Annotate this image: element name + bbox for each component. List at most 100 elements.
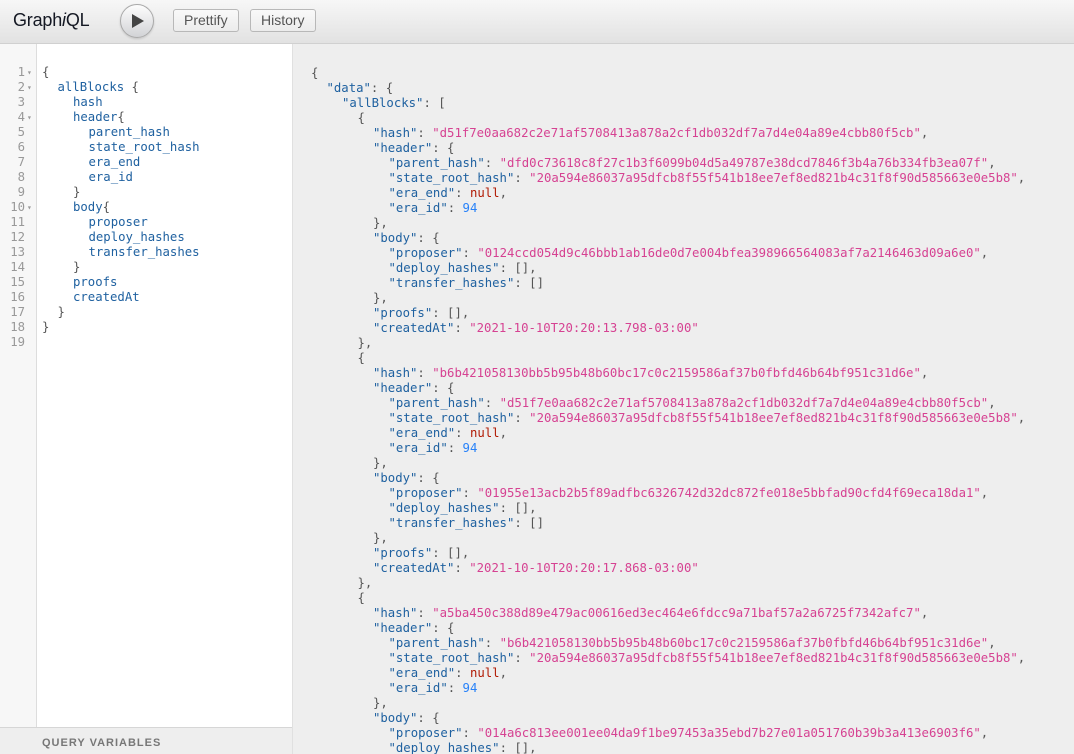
query-text: era_id (88, 170, 133, 184)
line-number: 6 (17, 140, 25, 154)
fold-arrow-icon[interactable]: ▾ (27, 80, 32, 95)
result-line: "deploy_hashes": [], (388, 741, 537, 754)
result-line: "body": { (373, 471, 440, 485)
query-text: } (57, 305, 65, 319)
query-line: 14} (0, 260, 292, 275)
result-line: "era_id": 94 (388, 201, 478, 215)
result-line: "deploy_hashes": [], (388, 501, 537, 515)
fold-arrow-icon[interactable]: ▾ (27, 110, 32, 125)
query-text: deploy_hashes (88, 230, 185, 244)
query-line: 7 era_end (0, 155, 292, 170)
result-line: "proposer": "0124ccd054d9c46bbb1ab16de0d… (388, 246, 989, 260)
query-line: 13 transfer_hashes (0, 245, 292, 260)
query-text: parent_hash (88, 125, 170, 139)
query-line: 10 ▾ body{ (0, 200, 292, 215)
line-number: 7 (17, 155, 25, 169)
query-text: header{ (73, 110, 125, 124)
result-line: }, (357, 336, 373, 350)
query-line: 6 state_root_hash (0, 140, 292, 155)
result-line: "hash": "a5ba450c388d89e479ac00616ed3ec4… (373, 606, 929, 620)
result-line: { (357, 351, 365, 365)
result-line: "header": { (373, 141, 455, 155)
line-number: 12 (10, 230, 25, 244)
query-line: 18} (0, 320, 292, 335)
line-number: 3 (17, 95, 25, 109)
line-number: 18 (10, 320, 25, 334)
query-editor[interactable]: 1 ▾{2 ▾ allBlocks {3 hash 4 ▾ header{5 parent_ha… (0, 44, 292, 754)
result-line: "era_end": null, (388, 666, 507, 680)
result-line: "proposer": "014a6c813ee001ee04da9f1be97… (388, 726, 989, 740)
query-text: proposer (88, 215, 148, 229)
result-line: "hash": "d51f7e0aa682c2e71af5708413a878a… (373, 126, 929, 140)
result-line: "deploy_hashes": [], (388, 261, 537, 275)
query-text: state_root_hash (88, 140, 200, 154)
query-line: 19 (0, 335, 292, 350)
result-line: "era_id": 94 (388, 441, 478, 455)
result-line: "state_root_hash": "20a594e86037a95dfcb8… (388, 651, 1026, 665)
line-number: 10 (10, 200, 25, 214)
query-line: 1 ▾ { (0, 65, 292, 80)
result-line: }, (357, 576, 373, 590)
query-variables-header[interactable]: QUERY VARIABLES (0, 727, 292, 754)
query-line: 11 proposer (0, 215, 292, 230)
line-number: 11 (10, 215, 25, 229)
history-button[interactable]: History (250, 9, 316, 32)
query-text: hash (73, 95, 103, 109)
query-text: } (73, 260, 81, 274)
result-line: "era_end": null, (388, 426, 507, 440)
query-line: 2 ▾ allBlocks { (0, 80, 292, 95)
result-line: "header": { (373, 621, 455, 635)
line-number: 4 (17, 110, 25, 124)
line-number: 2 (17, 80, 25, 94)
query-line: 12 deploy_hashes (0, 230, 292, 245)
query-text: allBlocks { (57, 80, 139, 94)
result-line: "proofs": [], (373, 546, 470, 560)
result-line: "body": { (373, 711, 440, 725)
query-text: { (42, 65, 50, 79)
result-line: }, (373, 456, 388, 470)
result-line: "state_root_hash": "20a594e86037a95dfcb8… (388, 411, 1026, 425)
query-text: body{ (73, 200, 111, 214)
pane-divider[interactable] (292, 44, 306, 754)
result-line: "data": { (326, 81, 394, 95)
query-text: } (42, 320, 50, 334)
query-text: era_end (88, 155, 141, 169)
fold-arrow-icon[interactable]: ▾ (27, 200, 32, 215)
result-line: "proofs": [], (373, 306, 470, 320)
fold-arrow-icon[interactable]: ▾ (27, 65, 32, 80)
result-line: "header": { (373, 381, 455, 395)
query-text: proofs (73, 275, 118, 289)
prettify-button[interactable]: Prettify (173, 9, 239, 32)
result-line: }, (373, 531, 388, 545)
result-line: "body": { (373, 231, 440, 245)
line-number: 16 (10, 290, 25, 304)
query-line: 9} (0, 185, 292, 200)
query-line: 16 createdAt (0, 290, 292, 305)
query-text: transfer_hashes (88, 245, 200, 259)
line-number: 9 (17, 185, 25, 199)
result-line: "era_end": null, (388, 186, 507, 200)
execute-query-button[interactable] (120, 4, 154, 38)
result-line: }, (373, 216, 388, 230)
query-line: 4 ▾ header{ (0, 110, 292, 125)
result-line: "transfer_hashes": [] (388, 276, 544, 290)
line-number: 17 (10, 305, 25, 319)
result-line: "hash": "b6b421058130bb5b95b48b60bc17c0c… (373, 366, 929, 380)
line-number: 1 (17, 65, 25, 79)
query-text: createdAt (73, 290, 140, 304)
result-line: "parent_hash": "d51f7e0aa682c2e71af57084… (388, 396, 996, 410)
result-line: "createdAt": "2021-10-10T20:20:17.868-03… (373, 561, 699, 575)
play-icon (132, 14, 144, 28)
query-line: 17} (0, 305, 292, 320)
result-line: "parent_hash": "dfd0c73618c8f27c1b3f6099… (388, 156, 996, 170)
result-line: }, (373, 291, 388, 305)
result-line: "parent_hash": "b6b421058130bb5b95b48b60… (388, 636, 996, 650)
line-number: 13 (10, 245, 25, 259)
line-number: 15 (10, 275, 25, 289)
query-line: 3 hash (0, 95, 292, 110)
result-line: "allBlocks": [ (342, 96, 446, 110)
line-number: 5 (17, 125, 25, 139)
result-line: "state_root_hash": "20a594e86037a95dfcb8… (388, 171, 1026, 185)
result-line: { (357, 111, 365, 125)
result-line: "createdAt": "2021-10-10T20:20:13.798-03… (373, 321, 699, 335)
